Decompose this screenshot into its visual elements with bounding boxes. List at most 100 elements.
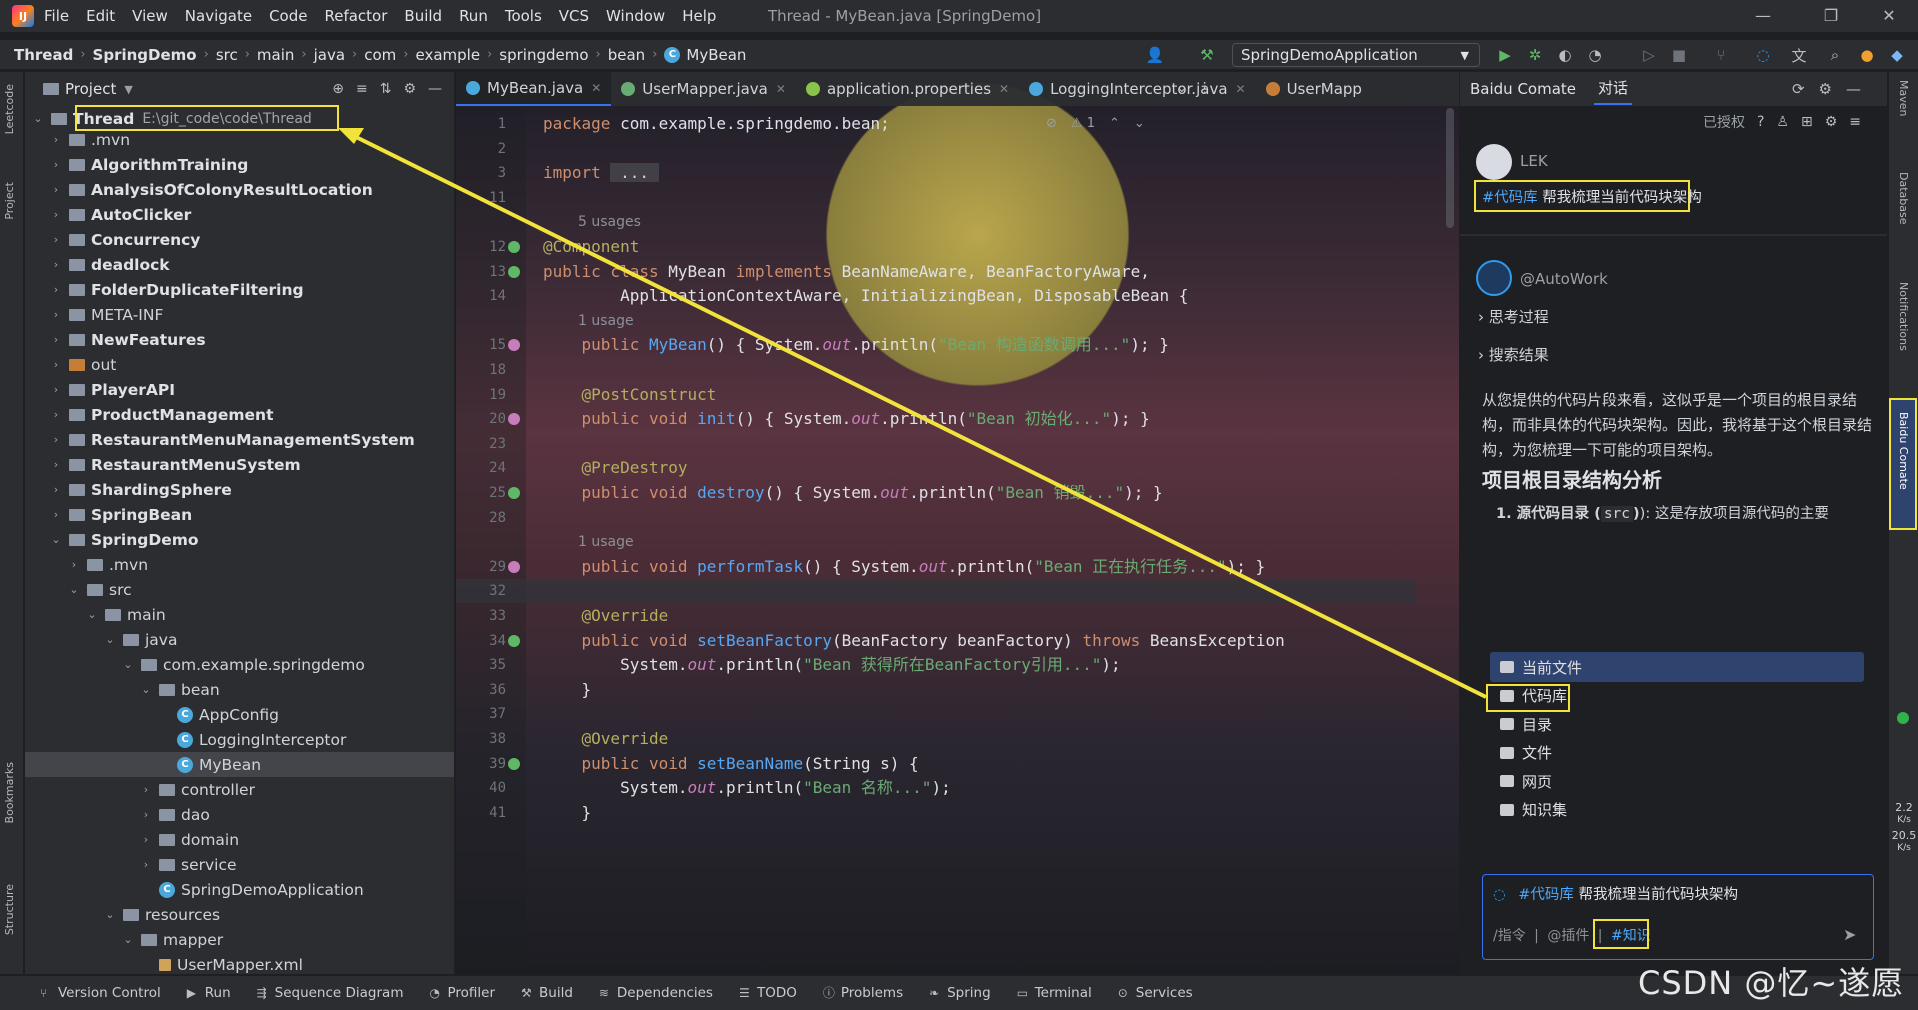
- dropdown-option[interactable]: 目录: [1490, 709, 1864, 739]
- git-icon[interactable]: ⑂: [1710, 44, 1732, 66]
- tool-window-terminal[interactable]: ▭ Terminal: [1017, 985, 1092, 1001]
- menu-run[interactable]: Run: [459, 7, 488, 25]
- tree-item[interactable]: ⌄ com.example.springdemo: [25, 652, 454, 677]
- debug-icon[interactable]: ✲: [1524, 44, 1546, 66]
- dropdown-option[interactable]: 知识集: [1490, 795, 1864, 825]
- tool-tab-maven[interactable]: Maven: [1897, 80, 1910, 116]
- menu-window[interactable]: Window: [606, 7, 665, 25]
- chevron-down-icon[interactable]: ⌄: [139, 683, 153, 696]
- plugin-shortcut[interactable]: @插件: [1547, 928, 1589, 944]
- minimize-icon[interactable]: —: [1740, 4, 1786, 28]
- menu-tools[interactable]: Tools: [505, 7, 542, 25]
- chevron-down-icon[interactable]: ⌄: [67, 583, 81, 596]
- code-line[interactable]: 23: [456, 432, 1416, 456]
- code-line[interactable]: 37: [456, 702, 1416, 726]
- menu-help[interactable]: Help: [682, 7, 716, 25]
- code-line[interactable]: 1 package com.example.springdemo.bean;: [456, 112, 1416, 136]
- usage-hint[interactable]: 1 usage: [578, 530, 634, 554]
- menu-vcs[interactable]: VCS: [559, 7, 589, 25]
- tree-item[interactable]: › AnalysisOfColonyResultLocation: [25, 177, 454, 202]
- tree-item[interactable]: ⌄ src: [25, 577, 454, 602]
- code-line[interactable]: 33 @Override: [456, 604, 1416, 628]
- menu-navigate[interactable]: Navigate: [185, 7, 252, 25]
- tool-tab-notifications[interactable]: Notifications: [1897, 282, 1910, 351]
- chevron-right-icon[interactable]: ›: [49, 508, 63, 521]
- gutter-marker-icon[interactable]: [508, 757, 520, 770]
- chevron-right-icon[interactable]: ›: [49, 433, 63, 446]
- run-icon[interactable]: ▶: [1494, 44, 1516, 66]
- breadcrumb-item[interactable]: SpringDemo: [93, 46, 197, 64]
- chevron-right-icon[interactable]: ›: [49, 483, 63, 496]
- comate-icon[interactable]: ◌: [1752, 44, 1774, 66]
- tool-window-profiler[interactable]: ◔ Profiler: [429, 985, 495, 1001]
- tree-item[interactable]: › domain: [25, 827, 454, 852]
- search-results-toggle[interactable]: › 搜索结果: [1478, 344, 1549, 365]
- command-shortcut[interactable]: /指令: [1493, 928, 1526, 944]
- chevron-right-icon[interactable]: ›: [49, 158, 63, 171]
- tree-item[interactable]: UserMapper.xml: [25, 952, 454, 974]
- tool-tab-database[interactable]: Database: [1897, 172, 1910, 225]
- chat-input[interactable]: ◌ #代码库 帮我梳理当前代码块架构 /指令 | @插件 | #知识 ➤: [1482, 874, 1874, 960]
- menu-view[interactable]: View: [132, 7, 168, 25]
- usage-hint[interactable]: 5 usages: [578, 210, 641, 234]
- plugin-icon[interactable]: ◆: [1886, 44, 1908, 66]
- editor-tab[interactable]: MyBean.java ✕: [456, 72, 612, 106]
- tree-item[interactable]: › deadlock: [25, 252, 454, 277]
- editor-tab[interactable]: UserMapper.java ✕: [611, 72, 796, 106]
- editor-tab[interactable]: UserMapp: [1256, 72, 1372, 106]
- breadcrumb-item[interactable]: MyBean: [686, 46, 746, 64]
- tool-window-version-control[interactable]: ⑂ Version Control: [40, 985, 161, 1001]
- chevron-right-icon[interactable]: ›: [49, 333, 63, 346]
- menu-code[interactable]: Code: [269, 7, 307, 25]
- tree-item[interactable]: › .mvn: [25, 127, 454, 152]
- breadcrumb-item[interactable]: bean: [608, 46, 645, 64]
- code-line[interactable]: 40 System.out.println("Bean 名称...");: [456, 776, 1416, 800]
- resume-icon[interactable]: ▷: [1638, 44, 1660, 66]
- profile-icon[interactable]: ◔: [1584, 44, 1606, 66]
- tree-item[interactable]: › NewFeatures: [25, 327, 454, 352]
- tree-item[interactable]: C AppConfig: [25, 702, 454, 727]
- tree-item[interactable]: › AutoClicker: [25, 202, 454, 227]
- code-line[interactable]: 25 public void destroy() { System.out.pr…: [456, 481, 1416, 505]
- tool-window-dependencies[interactable]: ≋ Dependencies: [599, 985, 713, 1001]
- code-line[interactable]: 12 @Component: [456, 235, 1416, 259]
- tool-window-problems[interactable]: ⓘ Problems: [823, 985, 903, 1001]
- tool-window-run[interactable]: ▶ Run: [187, 985, 231, 1001]
- gutter-marker-icon[interactable]: [508, 634, 520, 647]
- code-line[interactable]: 32: [456, 579, 1416, 604]
- tree-item[interactable]: › PlayerAPI: [25, 377, 454, 402]
- close-icon[interactable]: ✕: [1866, 4, 1912, 28]
- code-line[interactable]: 13 public class MyBean implements BeanNam…: [456, 260, 1416, 284]
- tree-item[interactable]: ⌄ mapper: [25, 927, 454, 952]
- send-icon[interactable]: ➤: [1843, 925, 1856, 944]
- search-icon[interactable]: ⌕: [1824, 44, 1846, 66]
- editor-scrollbar[interactable]: [1446, 108, 1454, 228]
- tool-window-services[interactable]: ⊙ Services: [1118, 985, 1193, 1001]
- chevron-down-icon[interactable]: ⌄: [1134, 116, 1145, 131]
- close-tab-icon[interactable]: ✕: [1236, 82, 1246, 96]
- user-icon[interactable]: 👤: [1144, 44, 1166, 66]
- chevron-right-icon[interactable]: ›: [49, 308, 63, 321]
- comate-header-actions[interactable]: ⟳⚙—: [1792, 80, 1875, 98]
- tab-chat[interactable]: 对话: [1594, 73, 1633, 105]
- code-line[interactable]: 29 public void performTask() { System.ou…: [456, 555, 1416, 579]
- tree-item[interactable]: ⌄ java: [25, 627, 454, 652]
- tool-tab-structure[interactable]: Structure: [3, 884, 16, 935]
- tree-item[interactable]: ⌄ bean: [25, 677, 454, 702]
- usage-hint[interactable]: 1 usage: [578, 309, 634, 333]
- editor-tab[interactable]: application.properties ✕: [796, 72, 1019, 106]
- code-line[interactable]: 5 usages: [456, 210, 1416, 234]
- chevron-right-icon[interactable]: ›: [139, 783, 153, 796]
- intellij-logo-icon[interactable]: IJ: [12, 5, 34, 27]
- editor-tab[interactable]: LoggingInterceptor.java ✕: [1019, 72, 1256, 106]
- gutter-marker-icon[interactable]: [508, 560, 520, 573]
- chevron-up-icon[interactable]: ⌃: [1109, 116, 1120, 131]
- tree-item[interactable]: C MyBean: [25, 752, 454, 777]
- tree-item[interactable]: › RestaurantMenuSystem: [25, 452, 454, 477]
- chevron-right-icon[interactable]: ›: [139, 858, 153, 871]
- gutter-marker-icon[interactable]: [508, 413, 520, 426]
- menu-refactor[interactable]: Refactor: [324, 7, 387, 25]
- tree-item[interactable]: › ShardingSphere: [25, 477, 454, 502]
- tree-item[interactable]: › SpringBean: [25, 502, 454, 527]
- tree-item[interactable]: › FolderDuplicateFiltering: [25, 277, 454, 302]
